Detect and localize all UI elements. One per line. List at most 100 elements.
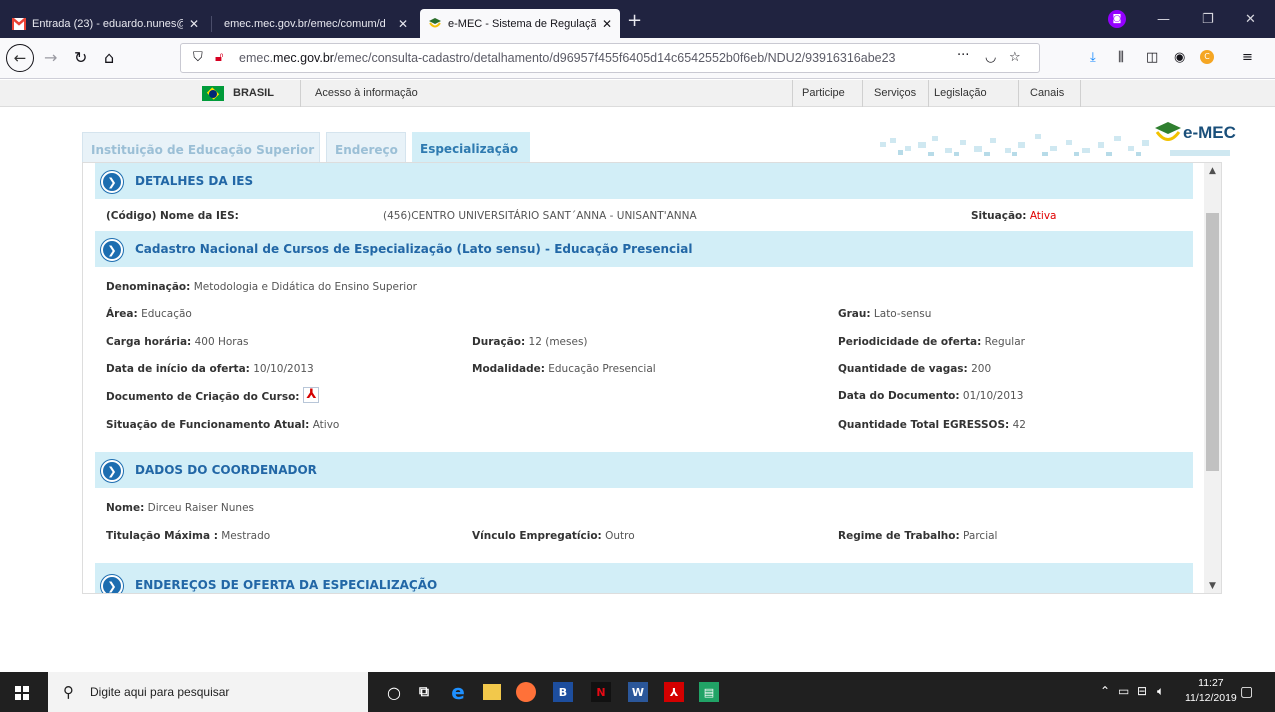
gov-link-participe[interactable]: Participe bbox=[802, 87, 845, 99]
tab-label: Entrada (23) - eduardo.nunes@ bbox=[32, 17, 183, 30]
emec-icon bbox=[428, 17, 442, 30]
private-browsing-icon: ◙ bbox=[1108, 10, 1126, 28]
section-header-curso[interactable]: ❯ Cadastro Nacional de Cursos de Especia… bbox=[95, 231, 1193, 267]
task-view-icon[interactable]: ⧉ bbox=[414, 682, 434, 702]
shield-icon[interactable]: ⛉ bbox=[193, 50, 203, 65]
field-area: Área: Educação bbox=[106, 308, 192, 320]
search-placeholder: Digite aqui para pesquisar bbox=[90, 685, 230, 699]
tray-chevron-icon[interactable]: ⌃ bbox=[1100, 684, 1110, 698]
back-icon[interactable]: ← bbox=[6, 44, 34, 72]
field-periodicidade: Periodicidade de oferta: Regular bbox=[838, 336, 1025, 348]
insecure-lock-icon[interactable]: 🔓︎ bbox=[215, 50, 223, 65]
gov-link-servicos[interactable]: Serviços bbox=[874, 87, 916, 99]
brazil-flag-icon bbox=[202, 86, 224, 101]
emec-logo: e-MEC bbox=[1153, 121, 1236, 145]
section-header-enderecos[interactable]: ❯ ENDEREÇOS DE OFERTA DA ESPECIALIZAÇÃO bbox=[95, 563, 1193, 593]
divider bbox=[1080, 80, 1081, 107]
bookmark-star-icon[interactable]: ☆ bbox=[1009, 50, 1021, 65]
panel-scrollbar[interactable]: ▲ ▼ bbox=[1204, 163, 1221, 593]
browser-tab-emec-comum[interactable]: emec.mec.gov.br/emec/comum/d ✕ bbox=[216, 9, 416, 38]
url-text[interactable]: emec.mec.gov.br/emec/consulta-cadastro/d… bbox=[239, 51, 919, 65]
taskbar-clock[interactable]: 11:27 11/12/2019 bbox=[1185, 676, 1237, 706]
section-title: ENDEREÇOS DE OFERTA DA ESPECIALIZAÇÃO bbox=[135, 578, 438, 592]
gov-bar: BRASIL Acesso à informação Participe Ser… bbox=[0, 80, 1275, 107]
home-icon[interactable]: ⌂ bbox=[104, 48, 114, 67]
new-tab-button[interactable]: + bbox=[627, 10, 642, 31]
navigation-bar: ← → ↻ ⌂ ⛉ 🔓︎ emec.mec.gov.br/emec/consul… bbox=[0, 38, 1275, 79]
expand-arrow-icon[interactable]: ❯ bbox=[101, 171, 123, 193]
section-title: DETALHES DA IES bbox=[135, 174, 254, 188]
account-icon[interactable]: ◉ bbox=[1174, 50, 1185, 65]
expand-arrow-icon[interactable]: ❯ bbox=[101, 460, 123, 482]
notification-icon[interactable]: ▢ bbox=[1240, 684, 1253, 700]
menu-icon[interactable]: ≡ bbox=[1242, 50, 1253, 65]
close-window-icon[interactable]: ✕ bbox=[1245, 12, 1256, 27]
cortana-icon[interactable]: ○ bbox=[384, 682, 404, 702]
browser-tab-emec-active[interactable]: e-MEC - Sistema de Regulação ✕ bbox=[420, 9, 620, 38]
tab-instituicao[interactable]: Instituição de Educação Superior bbox=[82, 132, 320, 162]
forward-icon[interactable]: → bbox=[44, 48, 57, 67]
ies-name-value: (456)CENTRO UNIVERSITÁRIO SANT´ANNA - UN… bbox=[383, 210, 697, 222]
restore-icon[interactable]: ❐ bbox=[1202, 12, 1214, 27]
scroll-down-icon[interactable]: ▼ bbox=[1204, 578, 1221, 593]
download-icon[interactable]: ⤓ bbox=[1090, 50, 1096, 65]
sidebar-icon[interactable]: ◫ bbox=[1146, 50, 1158, 65]
field-grau: Grau: Lato-sensu bbox=[838, 308, 932, 320]
file-explorer-icon[interactable] bbox=[483, 684, 501, 700]
search-icon: ⚲ bbox=[63, 683, 74, 701]
tab-endereco[interactable]: Endereço bbox=[326, 132, 406, 162]
field-modalidade: Modalidade: Educação Presencial bbox=[472, 363, 656, 375]
network-icon[interactable]: ⊟ bbox=[1137, 684, 1147, 698]
expand-arrow-icon[interactable]: ❯ bbox=[101, 575, 123, 593]
minimize-icon[interactable]: — bbox=[1157, 12, 1170, 27]
edge-icon[interactable]: e bbox=[448, 680, 468, 704]
address-bar[interactable]: ⛉ 🔓︎ emec.mec.gov.br/emec/consulta-cadas… bbox=[180, 43, 1040, 73]
pdf-icon[interactable] bbox=[302, 387, 319, 403]
close-tab-icon[interactable]: ✕ bbox=[189, 17, 199, 31]
windows-taskbar: ⚲ Digite aqui para pesquisar ○ ⧉ e B N W… bbox=[0, 672, 1275, 712]
pocket-icon[interactable]: ◡ bbox=[985, 50, 996, 65]
section-header-ies[interactable]: ❯ DETALHES DA IES bbox=[95, 163, 1193, 199]
emec-logo-icon bbox=[1155, 122, 1181, 141]
divider bbox=[792, 80, 793, 107]
extension-icon[interactable]: C bbox=[1200, 50, 1214, 64]
close-tab-icon[interactable]: ✕ bbox=[398, 17, 408, 31]
gov-link-legislacao[interactable]: Legislação bbox=[934, 87, 987, 99]
acrobat-icon[interactable]: ⅄ bbox=[664, 682, 684, 702]
field-titulacao: Titulação Máxima : Mestrado bbox=[106, 530, 271, 542]
browser-tab-bar: Entrada (23) - eduardo.nunes@ ✕ emec.mec… bbox=[0, 0, 1275, 38]
clock-date: 11/12/2019 bbox=[1185, 692, 1237, 704]
field-regime: Regime de Trabalho: Parcial bbox=[838, 530, 998, 542]
battery-icon[interactable]: ▭ bbox=[1118, 684, 1129, 698]
tab-especializacao[interactable]: Especialização bbox=[412, 132, 530, 162]
ies-name-label: (Código) Nome da IES: bbox=[106, 210, 239, 222]
section-header-coordenador[interactable]: ❯ DADOS DO COORDENADOR bbox=[95, 452, 1193, 488]
sheets-icon[interactable]: ▤ bbox=[699, 682, 719, 702]
divider bbox=[928, 80, 929, 107]
tab-label: emec.mec.gov.br/emec/comum/d bbox=[224, 17, 386, 30]
close-tab-icon[interactable]: ✕ bbox=[602, 17, 612, 31]
scroll-up-icon[interactable]: ▲ bbox=[1204, 163, 1221, 180]
windows-start-icon[interactable] bbox=[15, 686, 29, 700]
acesso-informacao-link[interactable]: Acesso à informação bbox=[315, 87, 418, 99]
reload-icon[interactable]: ↻ bbox=[74, 48, 87, 67]
scrollbar-thumb[interactable] bbox=[1206, 213, 1219, 471]
gov-link-canais[interactable]: Canais bbox=[1030, 87, 1064, 99]
library-icon[interactable]: ⫼ bbox=[1118, 50, 1124, 65]
section-title: DADOS DO COORDENADOR bbox=[135, 463, 317, 477]
tab-label: e-MEC - Sistema de Regulação bbox=[448, 17, 596, 30]
expand-arrow-icon[interactable]: ❯ bbox=[101, 239, 123, 261]
volume-icon[interactable]: 🔈︎ bbox=[1157, 684, 1164, 699]
gov-brasil-link[interactable]: BRASIL bbox=[233, 87, 274, 99]
bitdefender-icon[interactable]: B bbox=[553, 682, 573, 702]
section-title: Cadastro Nacional de Cursos de Especiali… bbox=[135, 242, 693, 256]
divider bbox=[1018, 80, 1019, 107]
taskbar-search-box[interactable]: ⚲ Digite aqui para pesquisar bbox=[48, 672, 368, 712]
word-icon[interactable]: W bbox=[628, 682, 648, 702]
firefox-icon[interactable] bbox=[516, 682, 536, 702]
gmail-icon bbox=[11, 16, 27, 30]
tab-separator bbox=[211, 16, 212, 32]
page-actions-icon[interactable]: ··· bbox=[957, 48, 969, 63]
browser-tab-gmail[interactable]: Entrada (23) - eduardo.nunes@ ✕ bbox=[4, 9, 207, 38]
netflix-icon[interactable]: N bbox=[591, 682, 611, 702]
